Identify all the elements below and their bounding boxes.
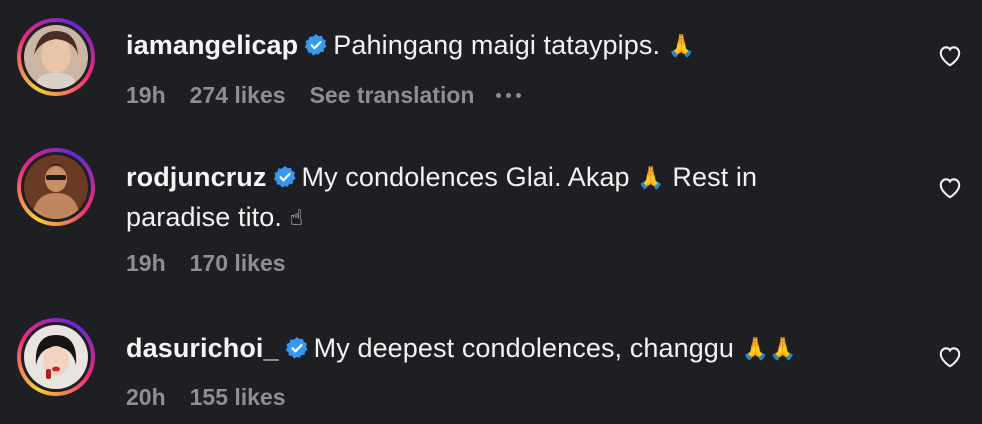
comment-2: rodjuncruz My condolences Glai. Akap 🙏 Re… bbox=[0, 140, 982, 290]
more-dots-icon[interactable] bbox=[496, 93, 522, 98]
comment-body: Pahingang maigi tataypips. bbox=[333, 30, 661, 60]
timestamp: 20h bbox=[126, 384, 166, 410]
emoji: ☝ bbox=[289, 206, 304, 231]
timestamp: 19h bbox=[126, 250, 166, 276]
comment-text: rodjuncruz My condolences Glai. Akap 🙏 Re… bbox=[126, 158, 906, 238]
avatar-dasurichoi[interactable] bbox=[17, 318, 95, 396]
username[interactable]: dasurichoi_ bbox=[126, 333, 279, 363]
emoji: 🙏 bbox=[637, 166, 665, 191]
likes-count[interactable]: 170 likes bbox=[190, 250, 286, 277]
comment-meta: 19h 170 likes bbox=[126, 250, 310, 277]
comment-body-line2: paradise tito. bbox=[126, 202, 282, 232]
comment-body: My condolences Glai. Akap bbox=[301, 162, 630, 192]
see-translation-link[interactable]: See translation bbox=[310, 82, 475, 109]
avatar-image bbox=[24, 155, 88, 219]
comment-meta: 20h 155 likes bbox=[126, 384, 310, 411]
heart-icon[interactable] bbox=[937, 344, 963, 370]
comment-text: iamangelicap Pahingang maigi tataypips. 🙏 bbox=[126, 26, 906, 66]
comment-meta: 19h 274 likes See translation bbox=[126, 82, 545, 109]
avatar-iamangelicap[interactable] bbox=[17, 18, 95, 96]
username[interactable]: iamangelicap bbox=[126, 30, 298, 60]
timestamp: 19h bbox=[126, 82, 166, 108]
avatar-image bbox=[24, 25, 88, 89]
emoji: 🙏🙏 bbox=[741, 337, 797, 362]
likes-count[interactable]: 155 likes bbox=[190, 384, 286, 411]
heart-icon[interactable] bbox=[937, 175, 963, 201]
emoji: 🙏 bbox=[667, 34, 696, 59]
username[interactable]: rodjuncruz bbox=[126, 162, 267, 192]
comment-text: dasurichoi_ My deepest condolences, chang… bbox=[126, 329, 906, 369]
comment-body: My deepest condolences, changgu bbox=[313, 333, 735, 363]
comment-body-cont: Rest in bbox=[672, 162, 758, 192]
verified-badge-icon bbox=[305, 34, 327, 56]
comment-3: dasurichoi_ My deepest condolences, chang… bbox=[0, 290, 982, 424]
avatar-rodjuncruz[interactable] bbox=[17, 148, 95, 226]
verified-badge-icon bbox=[273, 166, 296, 188]
comment-1: iamangelicap Pahingang maigi tataypips. 🙏… bbox=[0, 0, 982, 140]
heart-icon[interactable] bbox=[937, 43, 963, 69]
verified-badge-icon bbox=[285, 337, 308, 359]
likes-count[interactable]: 274 likes bbox=[190, 82, 286, 109]
avatar-image bbox=[24, 325, 88, 389]
